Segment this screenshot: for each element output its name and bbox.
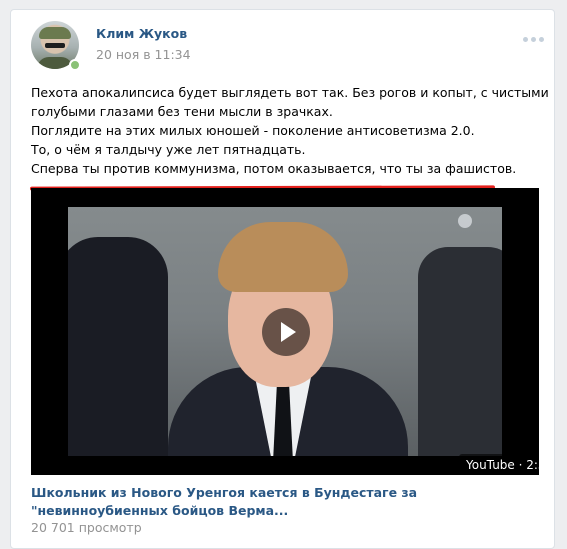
post-date[interactable]: 20 ноя в 11:34	[96, 47, 191, 62]
avatar-glasses	[45, 43, 65, 48]
video-title-link[interactable]: Школьник из Нового Уренгоя кается в Бунд…	[31, 484, 531, 520]
play-icon[interactable]	[262, 308, 310, 356]
post-text-line: Пехота апокалипсиса будет выглядеть вот …	[31, 85, 549, 100]
author-name[interactable]: Клим Жуков	[96, 26, 187, 41]
more-dots-icon[interactable]	[523, 37, 545, 43]
post-text-line: голубыми глазами без тени мысли в зрачка…	[31, 104, 333, 119]
video-views: 20 701 просмотр	[31, 520, 142, 535]
avatar-shirt	[37, 57, 73, 69]
post-text: Пехота апокалипсиса будет выглядеть вот …	[31, 83, 549, 178]
video-player[interactable]: YouTube · 2:32	[31, 188, 539, 475]
avatar-hat	[39, 27, 71, 39]
post-text-line: То, о чём я талдычу уже лет пятнадцать.	[31, 142, 306, 157]
video-duration-badge: YouTube · 2:32	[459, 454, 539, 475]
post-text-line: Поглядите на этих милых юношей - поколен…	[31, 123, 475, 138]
channel-logo-icon	[458, 214, 472, 228]
post-text-line: Сперва ты против коммунизма, потом оказы…	[31, 161, 517, 176]
online-status-icon	[69, 59, 81, 71]
wall-post: Клим Жуков 20 ноя в 11:34 Пехота апокали…	[10, 9, 555, 549]
